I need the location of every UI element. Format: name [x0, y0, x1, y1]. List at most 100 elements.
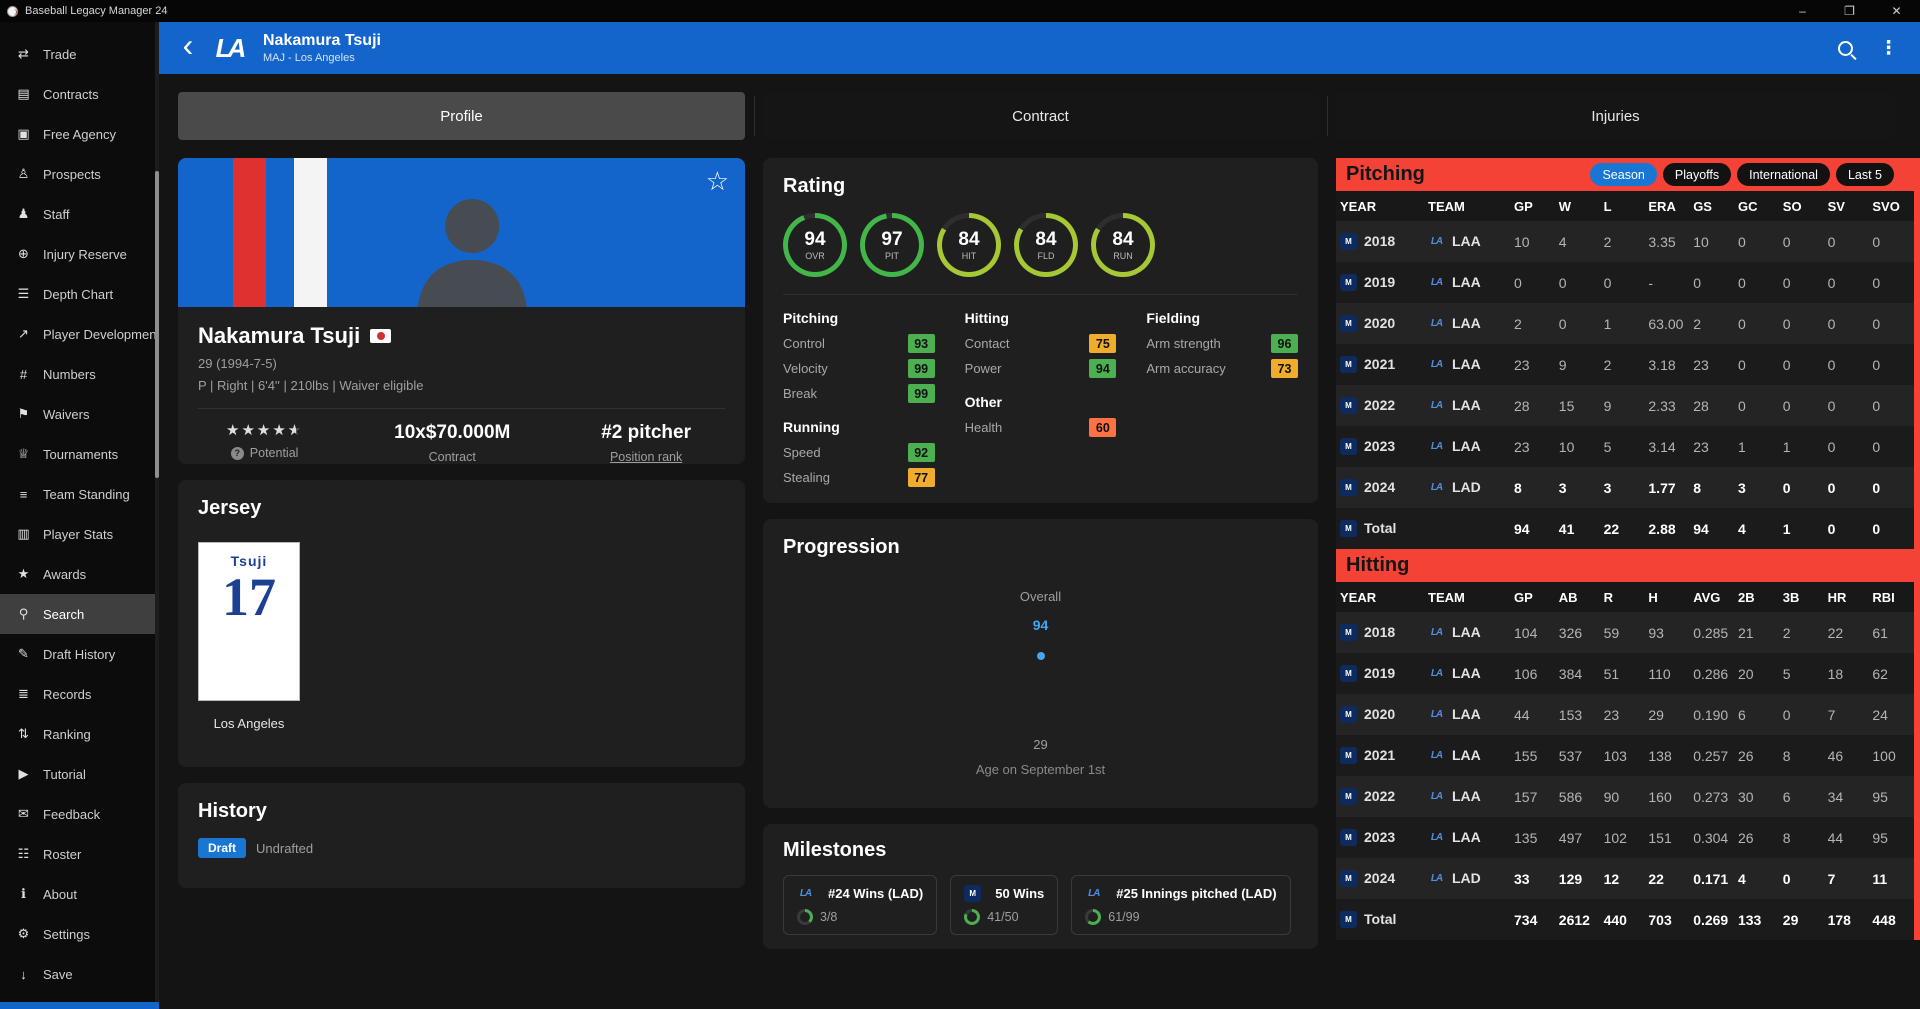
stat-cell: 4 — [1734, 508, 1779, 549]
sidebar-item-roster[interactable]: ☷Roster — [0, 834, 159, 874]
ranking-icon: ⇅ — [15, 726, 32, 742]
gauge-value: 97 — [881, 230, 902, 249]
back-button[interactable]: ‹ — [171, 33, 205, 59]
stat-cell: 0 — [1868, 385, 1913, 426]
records-icon: ≣ — [15, 686, 32, 702]
stat-cell: 90 — [1600, 776, 1645, 817]
stats-row[interactable]: M2018LALAA10423.3510000051. — [1336, 221, 1920, 262]
column-header-gc: GC — [1734, 191, 1779, 221]
stat-label: Arm accuracy — [1146, 361, 1225, 376]
sidebar-item-player-stats[interactable]: ▥Player Stats — [0, 514, 159, 554]
team-icon: LA — [1428, 315, 1445, 332]
progression-data-point[interactable] — [1037, 652, 1045, 660]
stats-row[interactable]: M2022LALAA281592.33280000166 — [1336, 385, 1920, 426]
stats-row[interactable]: M2019LALAA000-000000. — [1336, 262, 1920, 303]
team-icon: LA — [1428, 624, 1445, 641]
column-header-era: ERA — [1644, 191, 1689, 221]
team-icon: LA — [1428, 233, 1445, 250]
rating-group-title: Fielding — [1146, 310, 1298, 326]
sidebar-item-free-agency[interactable]: ▣Free Agency — [0, 114, 159, 154]
sidebar-item-save[interactable]: ↓Save — [0, 954, 159, 994]
year-label: 2021 — [1364, 747, 1395, 763]
gauge-label: OVR — [805, 251, 825, 261]
player-header-text: Nakamura Tsuji MAJ - Los Angeles — [263, 32, 381, 64]
stats-row[interactable]: M2022LALAA157586901600.273306349530 — [1336, 776, 1920, 817]
favorite-star-icon[interactable]: ☆ — [706, 168, 729, 194]
stat-value-badge: 93 — [908, 334, 935, 353]
search-icon[interactable] — [1838, 41, 1853, 56]
stats-row[interactable]: M2023LALAA1354971021510.304268449532 — [1336, 817, 1920, 858]
filter-last-5[interactable]: Last 5 — [1836, 163, 1894, 186]
minimize-button[interactable]: – — [1779, 0, 1826, 22]
gauge-label: RUN — [1113, 251, 1133, 261]
stats-row[interactable]: M2020LALAA20163.00200001. — [1336, 303, 1920, 344]
stat-cell: 28 — [1510, 385, 1555, 426]
rating-card: Rating 94OVR97PIT84HIT84FLD84RUN Pitchin… — [763, 158, 1318, 503]
team-icon: LA — [1428, 479, 1445, 496]
filter-playoffs[interactable]: Playoffs — [1663, 163, 1731, 186]
stats-row[interactable]: M2023LALAA231053.14231100132 — [1336, 426, 1920, 467]
stat-cell: 29 — [1644, 694, 1689, 735]
search-icon: ⚲ — [15, 606, 32, 622]
stat-cell: 0 — [1734, 221, 1779, 262]
stats-row[interactable]: M2019LALAA106384511100.286205186219 — [1336, 653, 1920, 694]
stat-row-power: Power94 — [965, 356, 1117, 381]
sidebar-item-awards[interactable]: ★Awards — [0, 554, 159, 594]
stat-cell: 22 — [1824, 612, 1869, 653]
tab-injuries[interactable]: Injuries — [1336, 92, 1895, 140]
stats-row[interactable]: M2024LALAD8331.778300061. — [1336, 467, 1920, 508]
sidebar-item-injury-reserve[interactable]: ⊕Injury Reserve — [0, 234, 159, 274]
sidebar-item-tournaments[interactable]: ♕Tournaments — [0, 434, 159, 474]
stat-cell: 384 — [1555, 653, 1600, 694]
sidebar-item-ranking[interactable]: ⇅Ranking — [0, 714, 159, 754]
tab-profile[interactable]: Profile — [178, 92, 745, 140]
stat-cell: 102 — [1600, 817, 1645, 858]
league-icon: M — [1340, 397, 1357, 414]
stat-cell: 7 — [1824, 858, 1869, 899]
help-icon[interactable]: ? — [231, 447, 244, 460]
stats-row[interactable]: M2024LALAD3312912220.171407114 — [1336, 858, 1920, 899]
sidebar-item-settings[interactable]: ⚙Settings — [0, 914, 159, 954]
contract-value: 10x$70.000M — [394, 422, 510, 444]
sidebar-item-trade[interactable]: ⇄Trade — [0, 34, 159, 74]
stats-row[interactable]: M2021LALAA23923.18230000130 — [1336, 344, 1920, 385]
sidebar-item-search[interactable]: ⚲ Search — [0, 594, 159, 634]
stat-row-control: Control93 — [783, 331, 935, 356]
stats-row[interactable]: MTotal73426124407030.26913329178448142 — [1336, 899, 1920, 940]
stats-scrollbar[interactable] — [1914, 158, 1920, 940]
sidebar-item-numbers[interactable]: #Numbers — [0, 354, 159, 394]
stat-cell: 26 — [1734, 817, 1779, 858]
stats-row[interactable]: M2018LALAA10432659930.285212226118 — [1336, 612, 1920, 653]
league-icon: M — [1340, 356, 1357, 373]
maximize-button[interactable]: ❐ — [1826, 0, 1873, 22]
stat-cell: 135 — [1510, 817, 1555, 858]
sidebar-item-prospects[interactable]: ♙Prospects — [0, 154, 159, 194]
stat-value-badge: 60 — [1089, 418, 1116, 437]
stats-row[interactable]: M2020LALAA4415323290.1906072456 — [1336, 694, 1920, 735]
sidebar-item-player-development[interactable]: ↗Player Development — [0, 314, 159, 354]
stat-cell: 44 — [1824, 817, 1869, 858]
sidebar-item-feedback[interactable]: ✉Feedback — [0, 794, 159, 834]
filter-season[interactable]: Season — [1590, 163, 1656, 186]
stats-row[interactable]: MTotal9441222.88944100541 — [1336, 508, 1920, 549]
sidebar-item-tutorial[interactable]: ▶Tutorial — [0, 754, 159, 794]
sidebar-item-depth-chart[interactable]: ☰Depth Chart — [0, 274, 159, 314]
stat-cell: 0 — [1734, 303, 1779, 344]
sidebar-item-contracts[interactable]: ▤Contracts — [0, 74, 159, 114]
sidebar-item-waivers[interactable]: ⚑Waivers — [0, 394, 159, 434]
overflow-menu-icon[interactable]: ⋮ — [1879, 37, 1898, 60]
sidebar-item-about[interactable]: ℹAbout — [0, 874, 159, 914]
sidebar-item-label: Search — [43, 607, 84, 622]
stats-table: YEARTEAMGPABRHAVG2B3BHRRBITBM2018LALAA10… — [1336, 582, 1920, 940]
header-actions: ⋮ — [1838, 37, 1898, 60]
position-rank-link[interactable]: Position rank — [601, 450, 691, 464]
sidebar-item-team-standing[interactable]: ≡Team Standing — [0, 474, 159, 514]
sidebar-item-staff[interactable]: ♟Staff — [0, 194, 159, 234]
close-button[interactable]: ✕ — [1873, 0, 1920, 22]
stat-cell: 0 — [1824, 508, 1869, 549]
sidebar-item-draft-history[interactable]: ✎Draft History — [0, 634, 159, 674]
filter-international[interactable]: International — [1737, 163, 1830, 186]
tab-contract[interactable]: Contract — [763, 92, 1318, 140]
sidebar-item-records[interactable]: ≣Records — [0, 674, 159, 714]
stats-row[interactable]: M2021LALAA1555371031380.2572684610031 — [1336, 735, 1920, 776]
